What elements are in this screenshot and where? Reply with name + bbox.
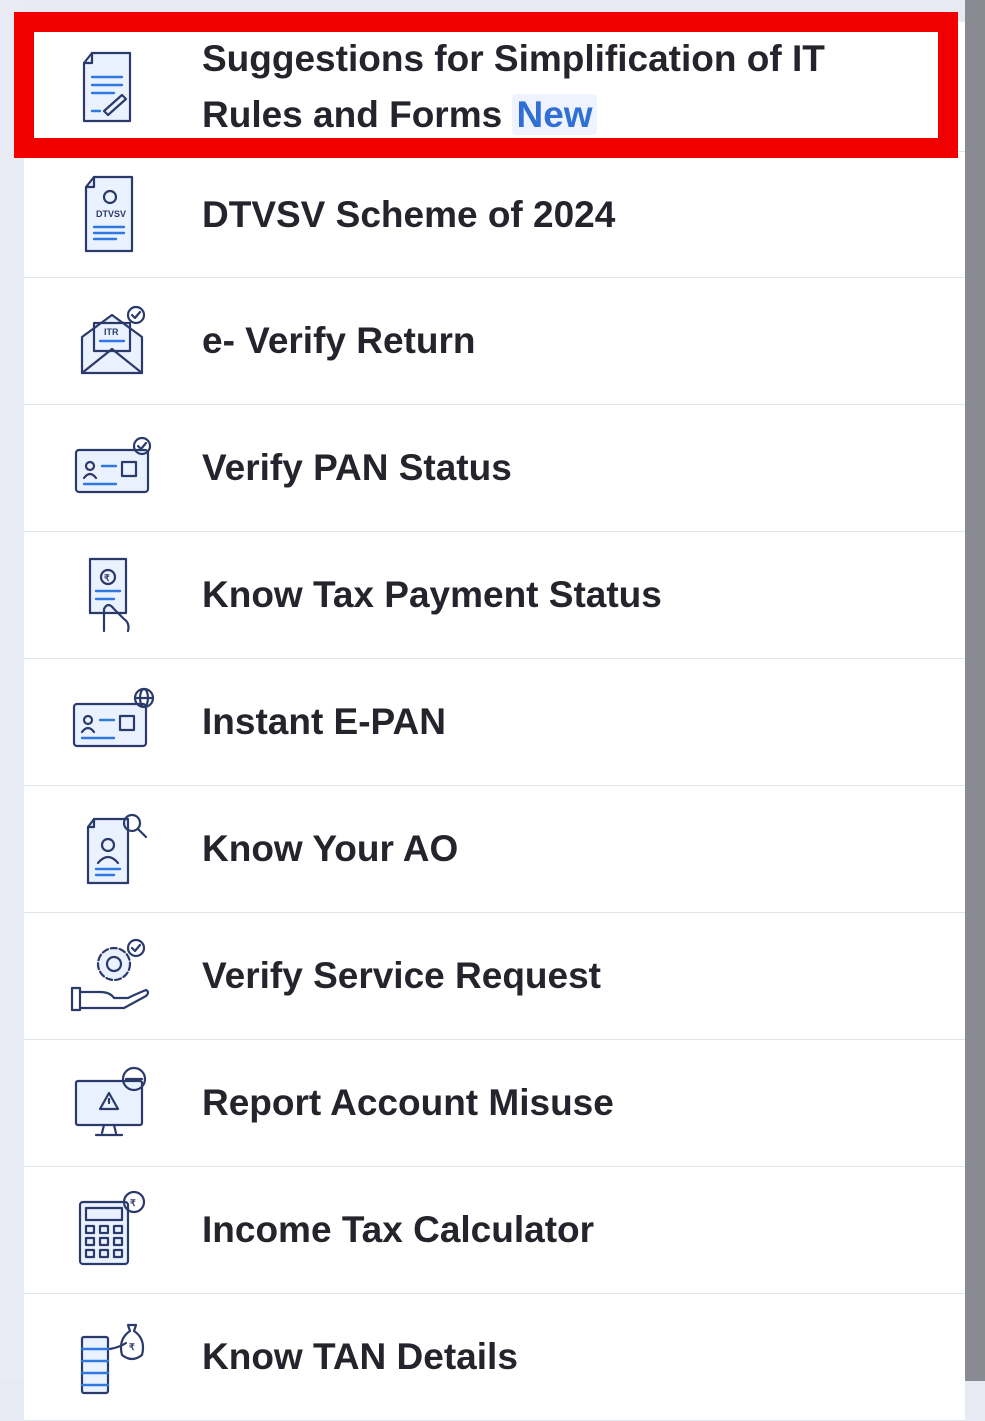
dtvsv-document-icon: DTVSV xyxy=(84,175,134,252)
envelope-check-icon: ITR xyxy=(80,305,146,375)
menu-item-label: Know Tax Payment Status xyxy=(202,574,662,615)
menu-item-label: Income Tax Calculator xyxy=(202,1209,595,1250)
profile-search-icon xyxy=(86,813,148,885)
rupee-icon-text: ₹ xyxy=(129,1342,135,1352)
menu-item-report-account-misuse[interactable]: Report Account Misuse xyxy=(24,1040,965,1167)
menu-item-label: Know TAN Details xyxy=(202,1336,518,1377)
menu-item-verify-pan-status[interactable]: Verify PAN Status xyxy=(24,405,965,532)
new-badge: New xyxy=(512,93,597,135)
dtvsv-icon-text: DTVSV xyxy=(96,209,126,219)
menu-item-label: Know Your AO xyxy=(202,828,459,869)
menu-item-know-your-ao[interactable]: Know Your AO xyxy=(24,786,965,913)
scrollbar-track[interactable] xyxy=(965,0,985,1381)
rupee-icon-text: ₹ xyxy=(104,573,110,583)
menu-item-income-tax-calculator[interactable]: ₹ Income Tax Calculator xyxy=(24,1167,965,1294)
menu-item-label: Report Account Misuse xyxy=(202,1082,614,1123)
pan-card-check-icon xyxy=(74,436,152,494)
rupee-icon-text: ₹ xyxy=(130,1198,136,1208)
menu-item-label: Verify PAN Status xyxy=(202,447,512,488)
menu-item-know-tax-payment-status[interactable]: ₹ Know Tax Payment Status xyxy=(24,532,965,659)
menu-item-label: e- Verify Return xyxy=(202,320,476,361)
calculator-rupee-icon: ₹ xyxy=(78,1190,146,1266)
menu-item-label: Instant E-PAN xyxy=(202,701,446,742)
menu-item-label: DTVSV Scheme of 2024 xyxy=(202,193,616,235)
menu-item-suggestions-simplification[interactable]: Suggestions for Simplification of IT Rul… xyxy=(24,22,965,152)
menu-item-instant-e-pan[interactable]: Instant E-PAN xyxy=(24,659,965,786)
quick-links-menu: Suggestions for Simplification of IT Rul… xyxy=(24,22,965,1421)
coins-rupee-bag-icon: ₹ xyxy=(80,1323,145,1395)
left-gutter xyxy=(0,0,24,1381)
monitor-warning-icon xyxy=(74,1066,147,1137)
menu-item-dtvsv-scheme[interactable]: DTVSV DTVSV Scheme of 2024 xyxy=(24,152,965,278)
menu-item-know-tan-details[interactable]: ₹ Know TAN Details xyxy=(24,1294,965,1421)
menu-item-verify-service-request[interactable]: Verify Service Request xyxy=(24,913,965,1040)
menu-item-e-verify-return[interactable]: ITR e- Verify Return xyxy=(24,278,965,405)
pan-card-globe-icon xyxy=(72,687,155,748)
menu-item-label: Suggestions for Simplification of IT Rul… xyxy=(202,31,902,143)
document-pen-icon xyxy=(82,51,132,122)
itr-icon-text: ITR xyxy=(104,327,119,337)
menu-item-label: Verify Service Request xyxy=(202,955,601,996)
receipt-hand-icon: ₹ xyxy=(88,557,130,633)
gear-hand-check-icon xyxy=(70,938,150,1012)
